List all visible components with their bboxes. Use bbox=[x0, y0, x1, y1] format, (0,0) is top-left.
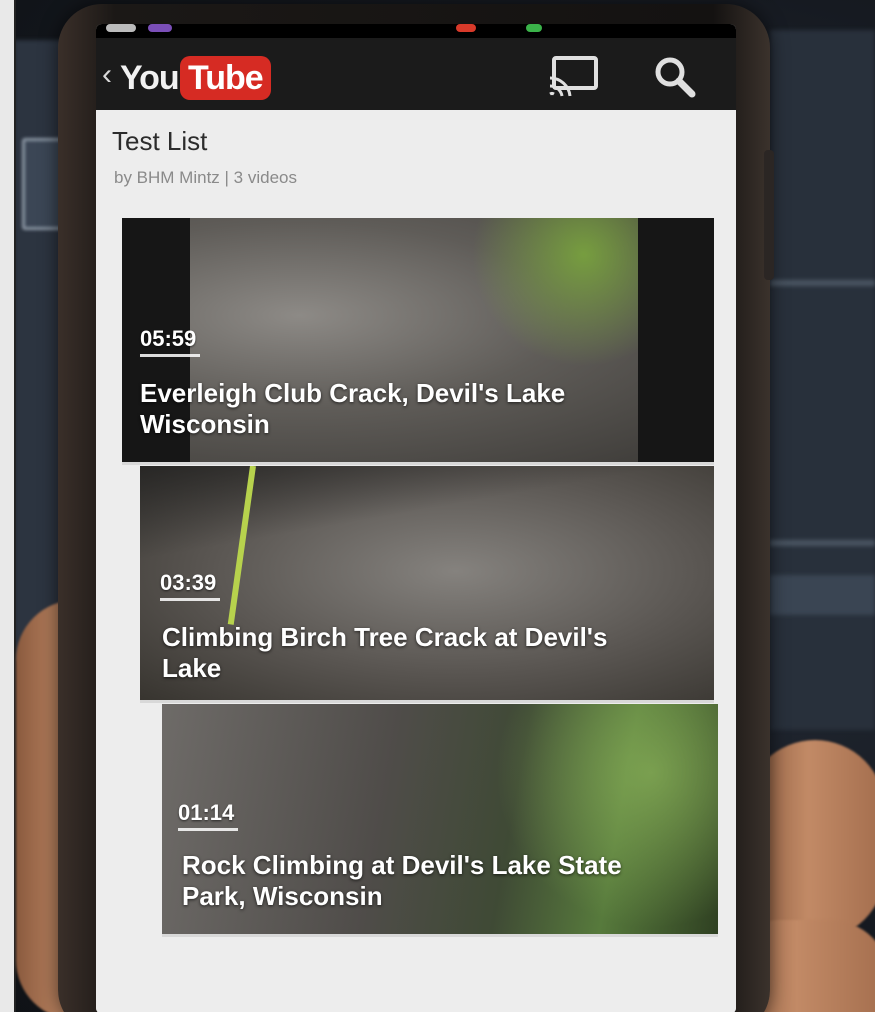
video-duration: 03:39 bbox=[160, 570, 217, 595]
background-divider-2 bbox=[770, 540, 875, 546]
photo-scene: ‹ You Tube Test List by BHM Mintz | 3 vi… bbox=[0, 0, 875, 1012]
logo-text-tube: Tube bbox=[180, 56, 271, 100]
video-item[interactable]: 01:14 Rock Climbing at Devil's Lake Stat… bbox=[162, 704, 718, 937]
left-edge-strip bbox=[0, 0, 14, 1012]
phone-screen: ‹ You Tube Test List by BHM Mintz | 3 vi… bbox=[96, 24, 736, 1012]
status-icon-4 bbox=[526, 24, 542, 32]
letterbox-right bbox=[638, 218, 714, 462]
cast-icon[interactable] bbox=[548, 54, 600, 98]
duration-underline bbox=[140, 354, 200, 357]
video-item[interactable]: 05:59 Everleigh Club Crack, Devil's Lake… bbox=[122, 218, 714, 465]
status-icon-2 bbox=[148, 24, 172, 32]
playlist-title: Test List bbox=[112, 126, 208, 156]
video-title: Climbing Birch Tree Crack at Devil's Lak… bbox=[162, 622, 608, 683]
search-icon[interactable] bbox=[652, 54, 698, 100]
action-bar: ‹ You Tube bbox=[96, 38, 736, 110]
playlist-content: Test List by BHM Mintz | 3 videos 05:59 … bbox=[96, 110, 736, 1012]
status-icon-1 bbox=[106, 24, 136, 32]
status-bar bbox=[96, 24, 736, 38]
logo-text-you: You bbox=[120, 59, 180, 97]
back-chevron-icon[interactable]: ‹ bbox=[102, 60, 112, 90]
background-divider-3 bbox=[770, 575, 875, 615]
background-panel-right bbox=[770, 30, 875, 730]
video-duration: 01:14 bbox=[178, 800, 235, 825]
status-icon-3 bbox=[456, 24, 476, 32]
video-duration: 05:59 bbox=[140, 326, 197, 351]
background-divider-1 bbox=[770, 280, 875, 286]
duration-underline bbox=[160, 598, 220, 601]
playlist-subtitle: by BHM Mintz | 3 videos bbox=[114, 168, 297, 187]
duration-underline bbox=[178, 828, 238, 831]
video-item[interactable]: 03:39 Climbing Birch Tree Crack at Devil… bbox=[140, 466, 714, 703]
video-title: Rock Climbing at Devil's Lake State Park… bbox=[182, 850, 622, 911]
phone-side-button bbox=[764, 150, 774, 280]
video-title: Everleigh Club Crack, Devil's Lake Wisco… bbox=[140, 378, 566, 439]
